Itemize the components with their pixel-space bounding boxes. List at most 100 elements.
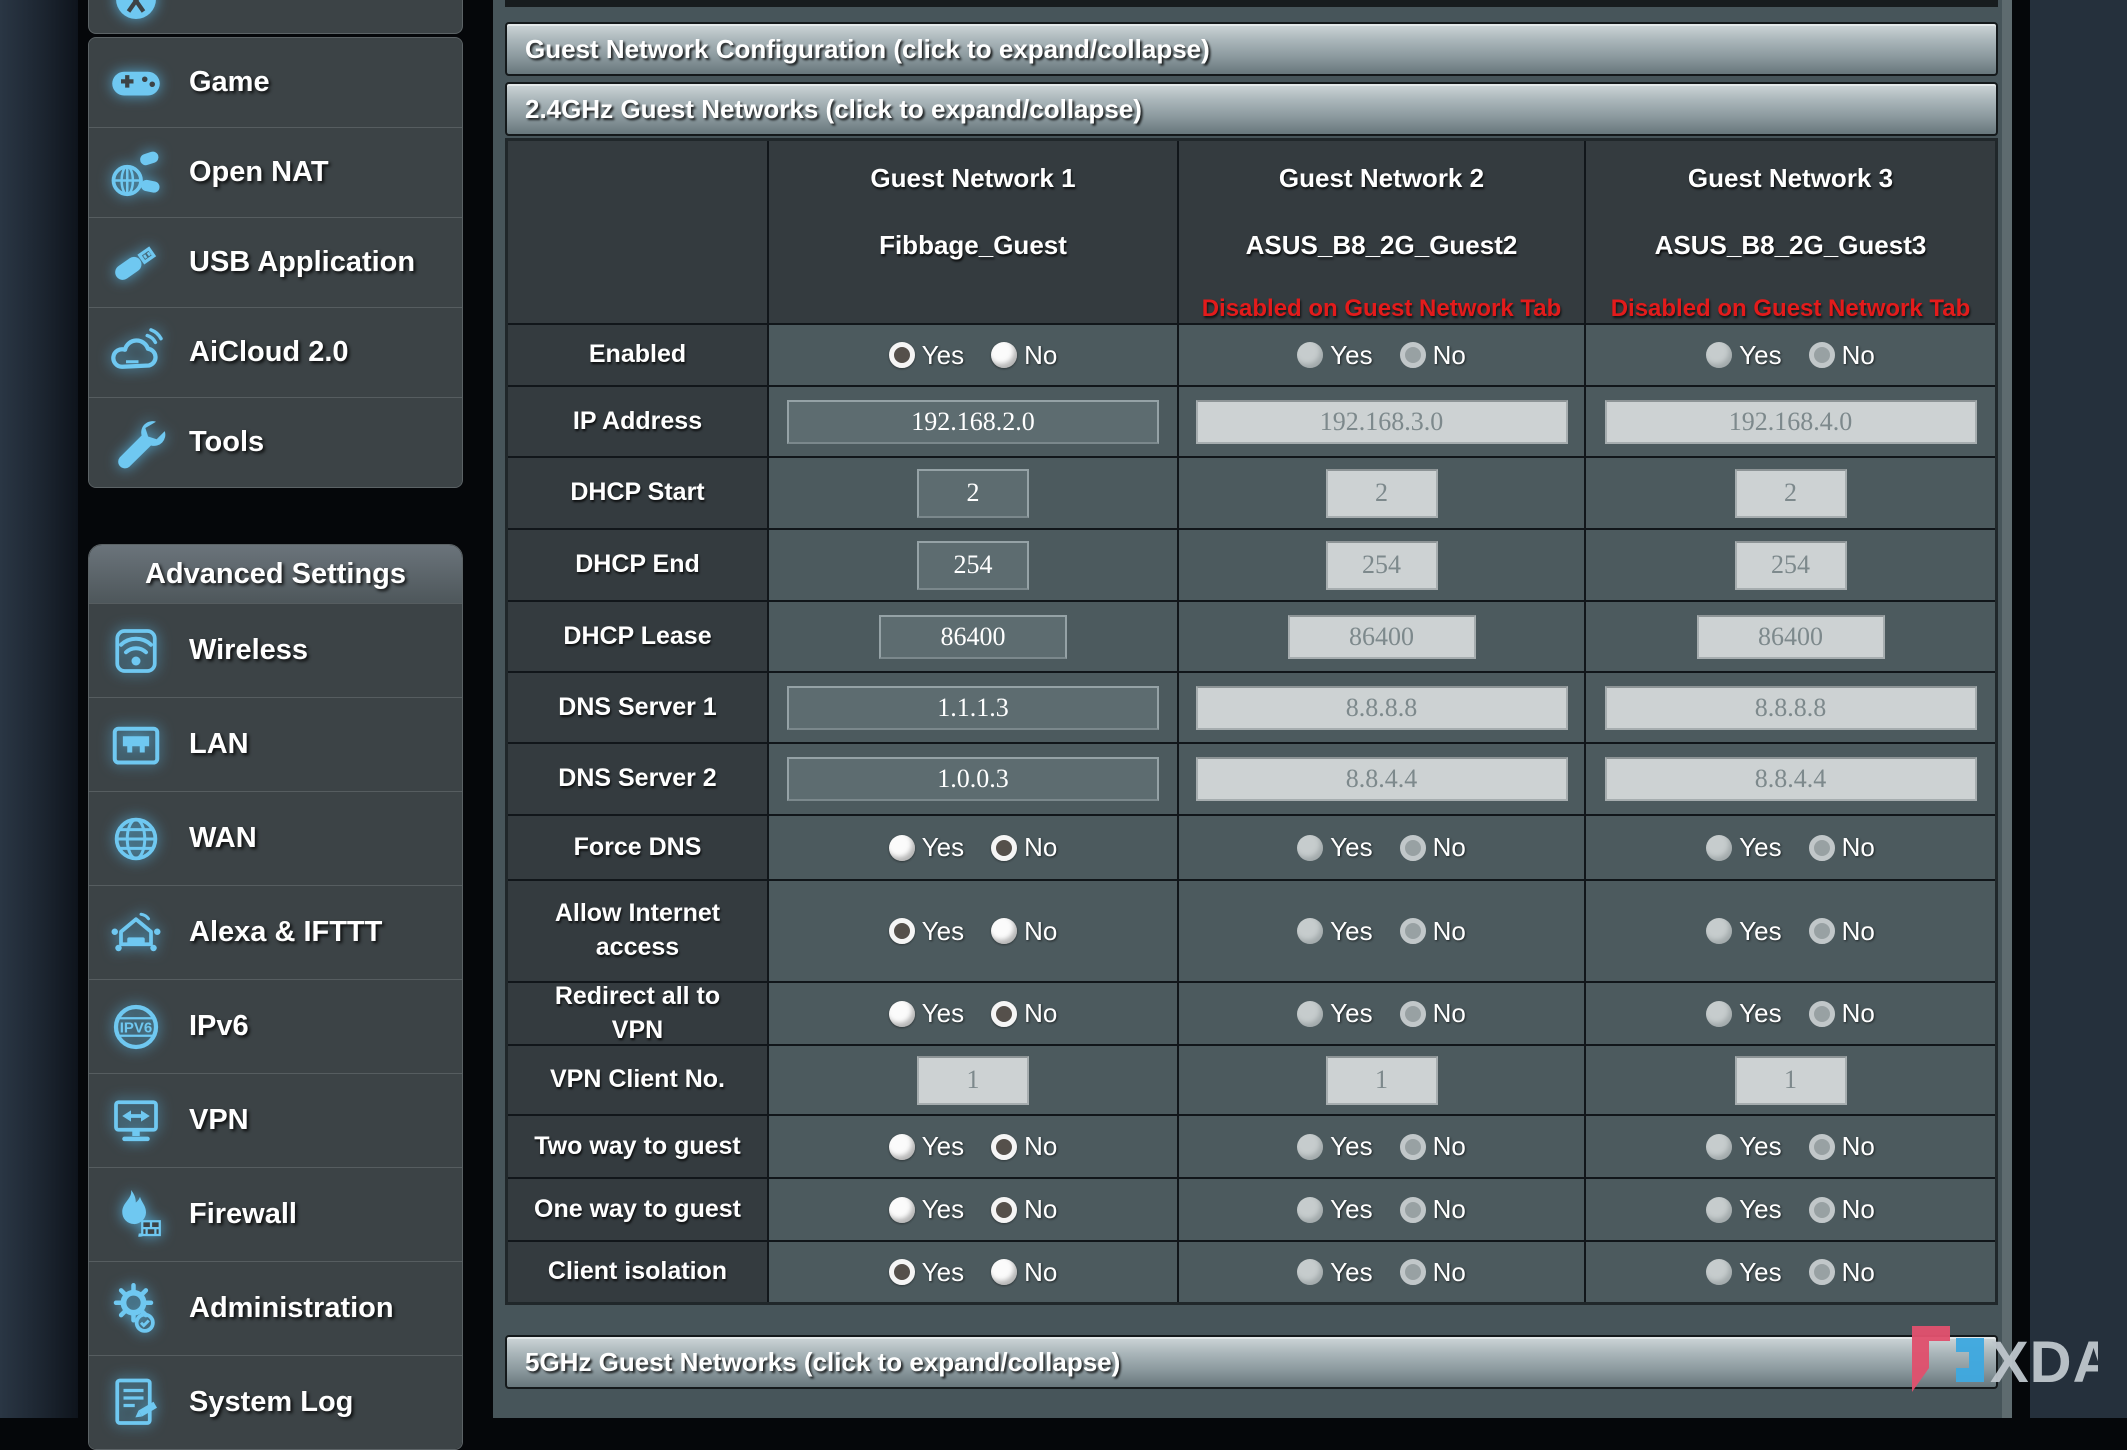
- sidebar-item-firewall[interactable]: Firewall: [89, 1167, 462, 1261]
- yes-radio[interactable]: [889, 1001, 915, 1027]
- sidebar-item-label: Game: [189, 66, 270, 99]
- no-radio: [1809, 918, 1835, 944]
- sidebar-item-alexa-ifttt[interactable]: Alexa & IFTTT: [89, 885, 462, 979]
- no-radio[interactable]: [991, 1134, 1017, 1160]
- section-bar-label: 5GHz Guest Networks (click to expand/col…: [525, 1347, 1120, 1378]
- yes-radio[interactable]: [889, 835, 915, 861]
- cell-enabled-gn3: YesNo: [1586, 325, 1995, 385]
- dns-server-1-input-gn2: [1196, 686, 1568, 730]
- yes-no-radio-group: YesNo: [1297, 832, 1466, 863]
- column-ssid: Fibbage_Guest: [879, 230, 1067, 261]
- yes-no-radio-group: YesNo: [1706, 1194, 1875, 1225]
- sidebar-item-vpn[interactable]: VPN: [89, 1073, 462, 1167]
- cell-client-isolation-gn2: YesNo: [1179, 1242, 1584, 1302]
- no-radio-label: No: [1024, 340, 1057, 371]
- no-radio: [1400, 1197, 1426, 1223]
- sidebar-item-label: AiCloud 2.0: [189, 336, 349, 369]
- sidebar-item-lan[interactable]: LAN: [89, 697, 462, 791]
- yes-radio-label: Yes: [1739, 340, 1781, 371]
- section-bar-24ghz-guest-networks[interactable]: 2.4GHz Guest Networks (click to expand/c…: [505, 82, 1998, 136]
- no-radio: [1400, 918, 1426, 944]
- sidebar-item-tools[interactable]: Tools: [89, 397, 462, 487]
- section-bar-label: 2.4GHz Guest Networks (click to expand/c…: [525, 94, 1142, 125]
- sidebar-item-label: Alexa & IFTTT: [189, 916, 382, 949]
- sidebar-item-usb-application[interactable]: USB Application: [89, 217, 462, 307]
- no-radio-label: No: [1024, 1257, 1057, 1288]
- no-radio[interactable]: [991, 1259, 1017, 1285]
- no-radio-label: No: [1433, 916, 1466, 947]
- no-radio-label: No: [1433, 998, 1466, 1029]
- no-radio[interactable]: [991, 1001, 1017, 1027]
- row-label-vpn-client-no: VPN Client No.: [508, 1046, 767, 1114]
- sidebar-item-wan[interactable]: WAN: [89, 791, 462, 885]
- no-radio[interactable]: [991, 835, 1017, 861]
- cell-allow-internet-access-gn3: YesNo: [1586, 881, 1995, 981]
- no-radio-label: No: [1433, 340, 1466, 371]
- no-radio: [1809, 1197, 1835, 1223]
- no-radio[interactable]: [991, 918, 1017, 944]
- yes-radio-label: Yes: [922, 340, 964, 371]
- cell-dns-server-2-gn2: [1179, 744, 1584, 814]
- cell-vpn-client-no-gn2: [1179, 1046, 1584, 1114]
- dhcp-end-input-gn3: [1735, 541, 1847, 590]
- administration-icon: [103, 1276, 169, 1342]
- dhcp-end-input-gn2: [1326, 541, 1438, 590]
- yes-no-radio-group: YesNo: [889, 1194, 1058, 1225]
- cell-dhcp-lease-gn3: [1586, 602, 1995, 671]
- no-radio-label: No: [1842, 1131, 1875, 1162]
- no-radio-label: No: [1024, 1194, 1057, 1225]
- section-bar-label: Guest Network Configuration (click to ex…: [525, 34, 1210, 65]
- yes-radio-label: Yes: [922, 916, 964, 947]
- cell-ip-address-gn2: [1179, 387, 1584, 456]
- sidebar-item-ipv6[interactable]: IPv6: [89, 979, 462, 1073]
- row-label-dns-server-1: DNS Server 1: [508, 673, 767, 742]
- previous-section-edge: [505, 0, 1998, 7]
- section-bar-5ghz-guest-networks[interactable]: 5GHz Guest Networks (click to expand/col…: [505, 1335, 1998, 1389]
- yes-radio-label: Yes: [922, 1131, 964, 1162]
- yes-no-radio-group: YesNo: [1706, 1131, 1875, 1162]
- yes-radio-label: Yes: [922, 1257, 964, 1288]
- cell-vpn-client-no-gn1: [769, 1046, 1177, 1114]
- row-label-allow-internet-access: Allow Internet access: [508, 881, 767, 981]
- yes-radio[interactable]: [889, 1259, 915, 1285]
- cell-dns-server-1-gn3: [1586, 673, 1995, 742]
- cell-dhcp-start-gn1: [769, 458, 1177, 528]
- section-bar-guest-network-configuration[interactable]: Guest Network Configuration (click to ex…: [505, 22, 1998, 76]
- yes-radio: [1706, 342, 1732, 368]
- sidebar-item-game[interactable]: Game: [89, 38, 462, 127]
- yes-radio[interactable]: [889, 918, 915, 944]
- sidebar-item-aicloud-2-0[interactable]: AiCloud 2.0: [89, 307, 462, 397]
- cell-dns-server-2-gn3: [1586, 744, 1995, 814]
- sidebar-item-label: Tools: [189, 426, 264, 459]
- yes-no-radio-group: YesNo: [1297, 1194, 1466, 1225]
- sidebar-item-administration[interactable]: Administration: [89, 1261, 462, 1355]
- yes-radio: [1706, 1197, 1732, 1223]
- sidebar-item-label: Wireless: [189, 634, 308, 667]
- sidebar-item-system-log[interactable]: System Log: [89, 1355, 462, 1449]
- vpn-icon: [103, 1088, 169, 1154]
- sidebar-item-open-nat[interactable]: Open NAT: [89, 127, 462, 217]
- header-guest-network-1: Guest Network 1 Fibbage_Guest: [769, 141, 1177, 323]
- ip-address-input-gn1[interactable]: [787, 400, 1159, 444]
- sidebar-item-wireless[interactable]: Wireless: [89, 603, 462, 697]
- lan-icon: [103, 712, 169, 778]
- dhcp-start-input-gn1[interactable]: [917, 469, 1029, 518]
- dns-server-1-input-gn1[interactable]: [787, 686, 1159, 730]
- sidebar-item-partial[interactable]: [88, 0, 463, 34]
- dhcp-lease-input-gn1[interactable]: [879, 615, 1067, 659]
- dhcp-end-input-gn1[interactable]: [917, 541, 1029, 590]
- yes-radio[interactable]: [889, 1134, 915, 1160]
- yes-radio: [1706, 1001, 1732, 1027]
- dns-server-2-input-gn1[interactable]: [787, 757, 1159, 801]
- yes-radio[interactable]: [889, 1197, 915, 1223]
- no-radio[interactable]: [991, 1197, 1017, 1223]
- yes-no-radio-group: YesNo: [1297, 1131, 1466, 1162]
- cell-dns-server-2-gn1: [769, 744, 1177, 814]
- alexa-ifttt-icon: [103, 900, 169, 966]
- yes-radio[interactable]: [889, 342, 915, 368]
- cell-redirect-all-to-vpn-gn2: YesNo: [1179, 983, 1584, 1044]
- vpn-client-no-input-gn3: [1735, 1056, 1847, 1105]
- yes-radio: [1297, 1259, 1323, 1285]
- no-radio[interactable]: [991, 342, 1017, 368]
- cell-redirect-all-to-vpn-gn1: YesNo: [769, 983, 1177, 1044]
